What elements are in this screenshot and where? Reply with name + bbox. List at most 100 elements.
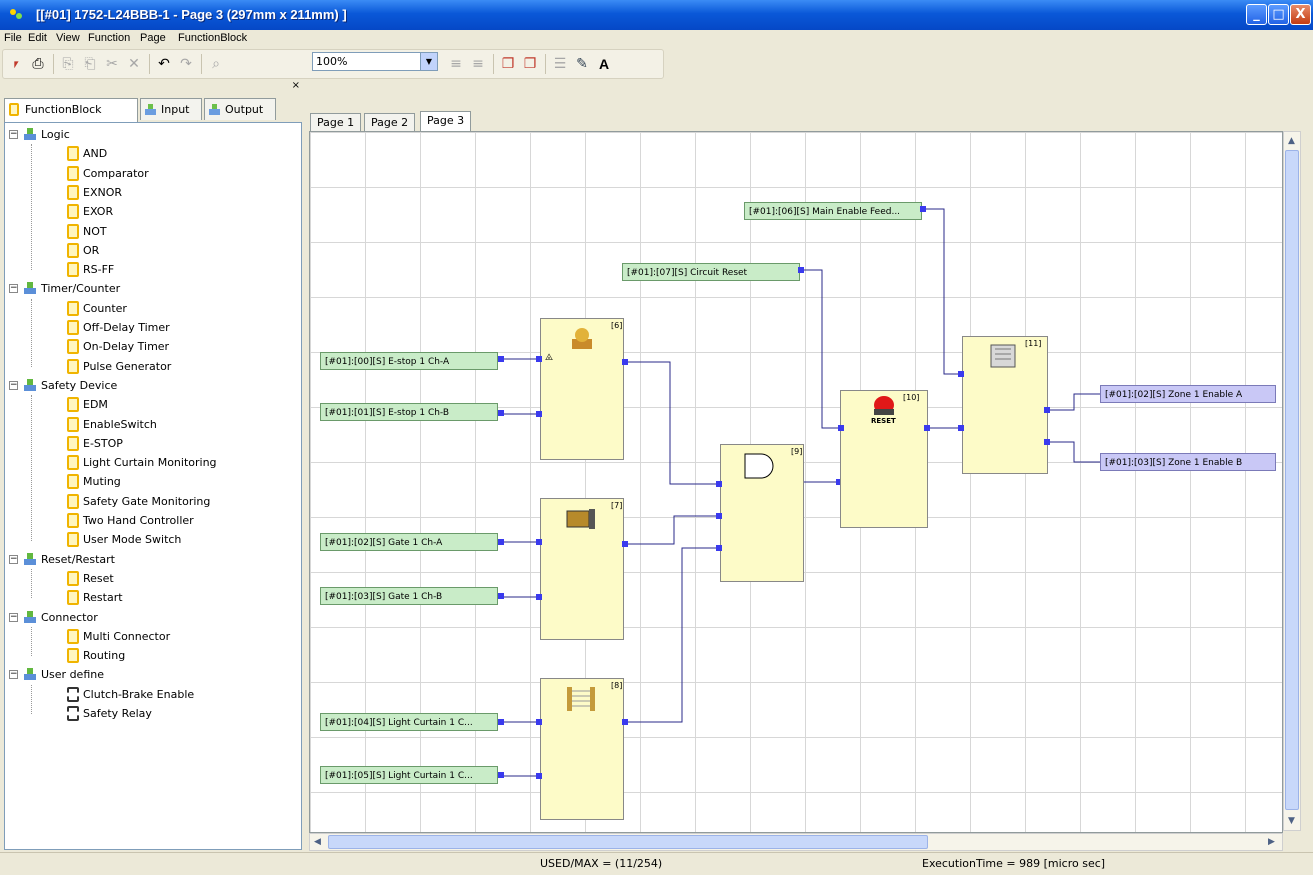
- tree-item-label: AND: [83, 147, 108, 161]
- close-button[interactable]: X: [1290, 4, 1311, 25]
- scroll-up-icon[interactable]: ▲: [1288, 136, 1295, 146]
- scroll-right-icon[interactable]: ▶: [1268, 837, 1275, 847]
- tab-page-3[interactable]: Page 3: [420, 111, 472, 132]
- function-block-icon: [67, 358, 79, 374]
- input-light-curtain-a[interactable]: [#01]:[04][S] Light Curtain 1 C...: [320, 713, 498, 731]
- block-number: [11]: [1025, 339, 1042, 348]
- function-block-icon: [67, 146, 79, 162]
- menu-view[interactable]: View: [56, 32, 80, 44]
- vertical-scrollbar[interactable]: ▲ ▼: [1283, 131, 1301, 831]
- logic-canvas[interactable]: [#01]:[06][S] Main Enable Feed... [#01]:…: [309, 131, 1283, 833]
- pin: [716, 513, 722, 519]
- tab-functionblock[interactable]: FunctionBlock: [4, 98, 138, 122]
- align-left-icon[interactable]: ≡: [447, 55, 465, 73]
- output-zone-1-enable-b[interactable]: [#01]:[03][S] Zone 1 Enable B: [1100, 453, 1276, 471]
- maximize-button[interactable]: □: [1268, 4, 1289, 25]
- menu-functionblock[interactable]: FunctionBlock: [178, 32, 247, 44]
- collapse-user-define-icon[interactable]: −: [9, 670, 18, 680]
- align-right-icon[interactable]: ≡: [469, 55, 487, 73]
- collapse-timer-counter-icon[interactable]: −: [9, 284, 18, 294]
- paste-icon[interactable]: ⎗: [81, 55, 99, 73]
- input-gate-a[interactable]: [#01]:[02][S] Gate 1 Ch-A: [320, 533, 498, 551]
- remove-page-icon[interactable]: ❐: [521, 55, 539, 73]
- scroll-left-icon[interactable]: ◀: [314, 837, 321, 847]
- function-block-icon: [67, 339, 79, 355]
- collapse-logic-icon[interactable]: −: [9, 130, 18, 139]
- function-block-icon: [67, 223, 79, 239]
- zoom-select[interactable]: 100% ▼: [312, 52, 438, 71]
- new-file-icon[interactable]: ⎖: [7, 55, 25, 73]
- horizontal-scroll-thumb[interactable]: [328, 835, 928, 849]
- page-tabs: Page 1 Page 2 Page 3: [308, 111, 1308, 133]
- maximize-icon: □: [1272, 7, 1285, 22]
- menu-edit[interactable]: Edit: [28, 32, 47, 44]
- gate-block[interactable]: [7]: [540, 498, 624, 640]
- undo-icon[interactable]: ↶: [155, 55, 173, 73]
- add-page-icon[interactable]: ❐: [499, 55, 517, 73]
- redo-icon[interactable]: ↷: [177, 55, 195, 73]
- input-estop-b[interactable]: [#01]:[01][S] E-stop 1 Ch-B: [320, 403, 498, 421]
- delete-icon[interactable]: ✕: [125, 55, 143, 73]
- light-curtain-block[interactable]: [8]: [540, 678, 624, 820]
- input-gate-b[interactable]: [#01]:[03][S] Gate 1 Ch-B: [320, 587, 498, 605]
- tab-output[interactable]: Output: [204, 98, 276, 120]
- tree-item-label: Clutch-Brake Enable: [83, 687, 195, 701]
- tree-item-label: On-Delay Timer: [83, 340, 170, 354]
- edit-icon[interactable]: ✎: [573, 55, 591, 73]
- tree-item-label: Restart: [83, 591, 123, 605]
- menu-function[interactable]: Function: [88, 32, 130, 44]
- input-estop-a[interactable]: [#01]:[00][S] E-stop 1 Ch-A: [320, 352, 498, 370]
- tree-group-label: Logic: [41, 128, 70, 141]
- function-block-icon: [67, 570, 79, 586]
- horizontal-scrollbar[interactable]: ◀ ▶: [309, 833, 1283, 851]
- copy-icon[interactable]: ⎘: [59, 55, 77, 73]
- input-light-curtain-b[interactable]: [#01]:[05][S] Light Curtain 1 C...: [320, 766, 498, 784]
- tree-item-label: Off-Delay Timer: [83, 321, 170, 334]
- tree-guide-line: [31, 568, 32, 599]
- chevron-down-icon[interactable]: ▼: [420, 53, 437, 70]
- scroll-down-icon[interactable]: ▼: [1288, 816, 1295, 826]
- tree-item-label: User Mode Switch: [83, 533, 182, 547]
- light-curtain-icon: [567, 687, 595, 711]
- reset-block[interactable]: RESET [10]: [840, 390, 928, 528]
- and-block[interactable]: [9]: [720, 444, 804, 582]
- block-number: [8]: [611, 681, 623, 690]
- find-icon[interactable]: ⌕: [207, 55, 225, 73]
- collapse-connector-icon[interactable]: −: [9, 612, 18, 622]
- cut-icon[interactable]: ✂: [103, 55, 121, 73]
- function-block-icon: [67, 628, 79, 644]
- collapse-reset-restart-icon[interactable]: −: [9, 554, 18, 564]
- user-block-icon: [67, 686, 79, 702]
- panel-close-icon[interactable]: ×: [292, 80, 300, 91]
- pin: [498, 719, 504, 725]
- properties-icon[interactable]: ☰: [551, 55, 569, 73]
- vertical-scroll-thumb[interactable]: [1285, 150, 1299, 810]
- title-bar[interactable]: [[#01] 1752-L24BBB-1 - Page 3 (297mm x 2…: [0, 0, 1313, 30]
- pin: [920, 206, 926, 212]
- pin: [838, 425, 844, 431]
- menu-page[interactable]: Page: [140, 32, 166, 44]
- print-icon[interactable]: ⎙: [29, 55, 47, 73]
- tree-item-label: OR: [83, 243, 100, 257]
- tab-page-1[interactable]: Page 1: [310, 113, 362, 132]
- tab-input[interactable]: Input: [140, 98, 202, 120]
- pin: [958, 371, 964, 377]
- text-tool-icon[interactable]: A: [595, 55, 613, 73]
- pin: [498, 772, 504, 778]
- output-zone-1-enable-a[interactable]: [#01]:[02][S] Zone 1 Enable A: [1100, 385, 1276, 403]
- edm-block[interactable]: [11]: [962, 336, 1048, 474]
- function-block-panel: × FunctionBlock Input Output − Logic AND Co…: [4, 80, 304, 850]
- minimize-button[interactable]: _: [1246, 4, 1267, 25]
- menu-file[interactable]: File: [4, 32, 22, 44]
- collapse-safety-device-icon[interactable]: −: [9, 380, 18, 390]
- input-main-enable[interactable]: [#01]:[06][S] Main Enable Feed...: [744, 202, 922, 220]
- tree-group-label: User define: [41, 668, 104, 682]
- tab-page-2[interactable]: Page 2: [364, 113, 416, 132]
- function-block-icon: [67, 455, 79, 471]
- tree-group-label: Reset/Restart: [41, 552, 115, 566]
- function-block-icon: [67, 474, 79, 490]
- input-circuit-reset[interactable]: [#01]:[07][S] Circuit Reset: [622, 263, 800, 281]
- estop-block[interactable]: [6] ⨻: [540, 318, 624, 460]
- panel-tabs: FunctionBlock Input Output: [4, 98, 304, 122]
- tree-guide-line: [31, 298, 32, 367]
